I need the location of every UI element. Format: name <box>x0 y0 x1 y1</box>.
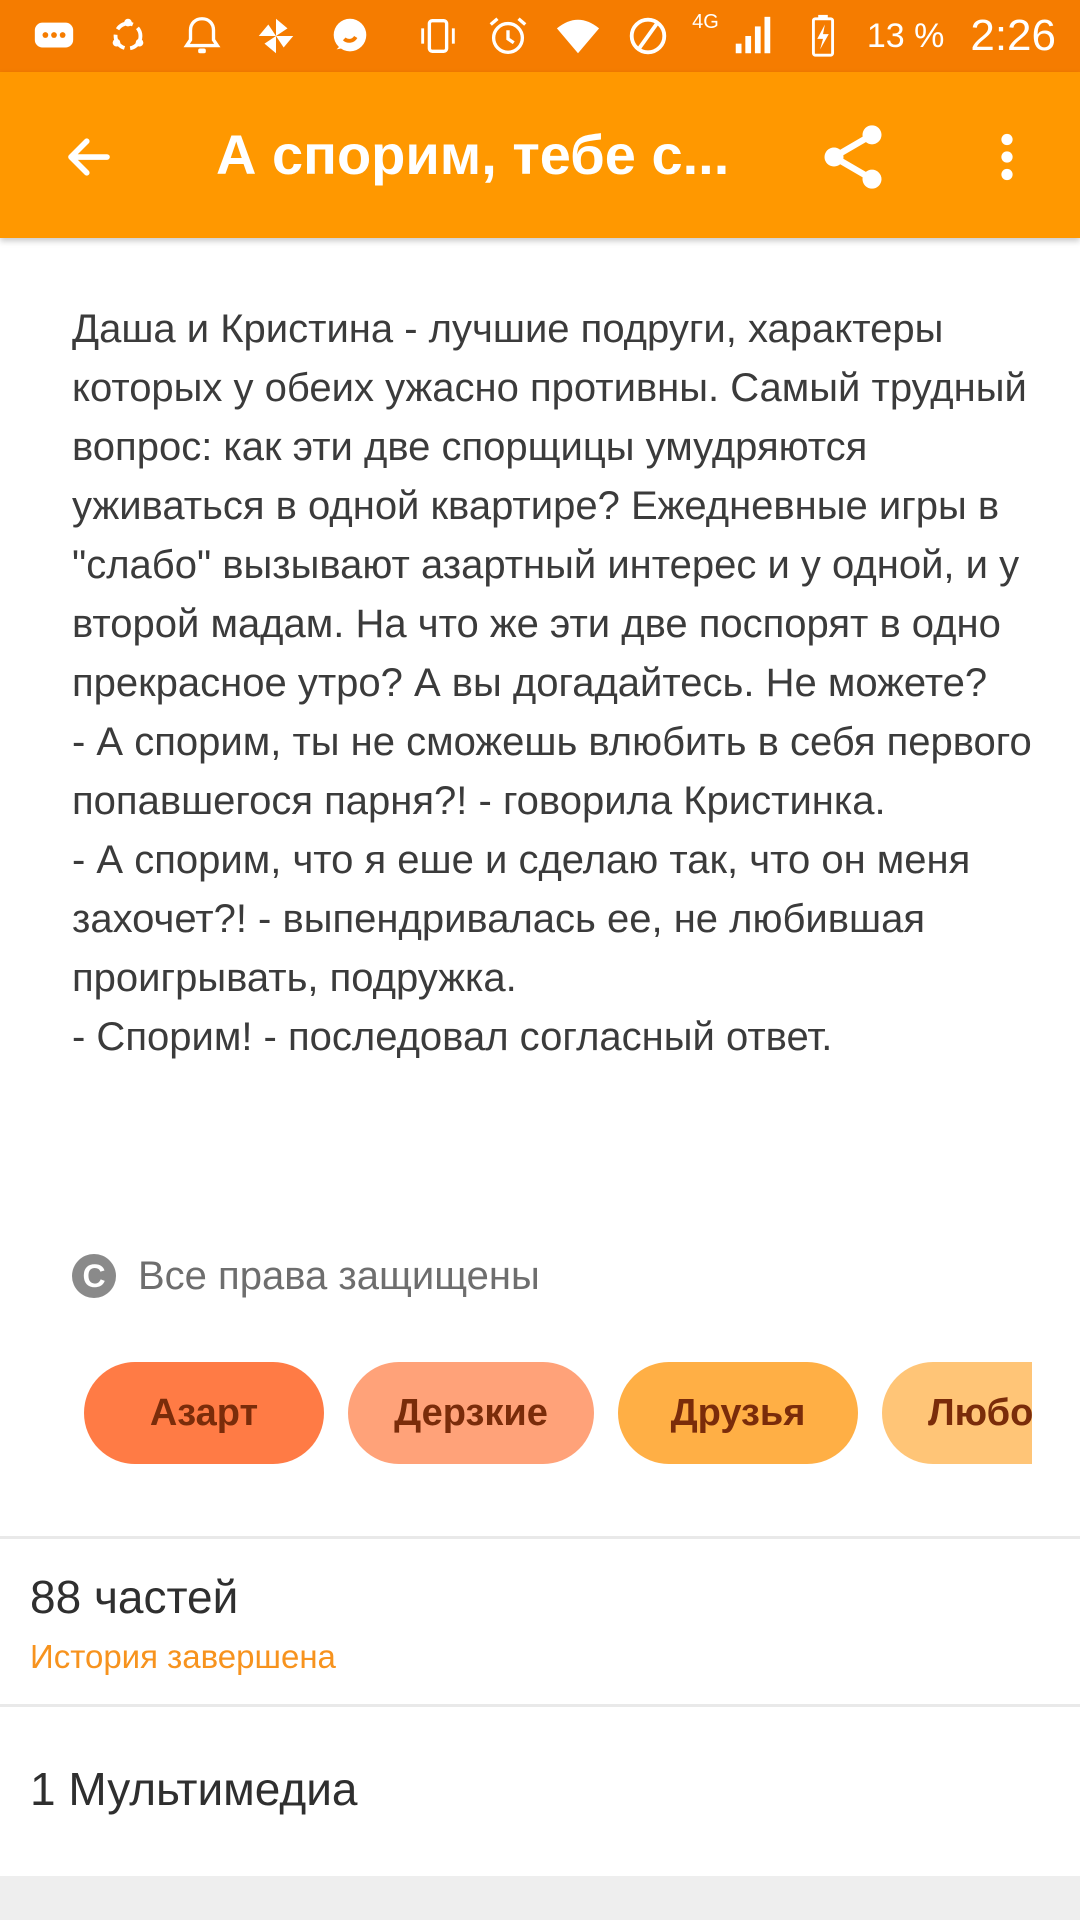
story-description: Даша и Кристина - лучшие подруги, характ… <box>72 300 1032 1067</box>
parts-count[interactable]: 88 частей <box>30 1570 238 1624</box>
pinwheel-icon <box>250 14 302 58</box>
copyright-label: Все права защищены <box>138 1253 540 1298</box>
tag-chip[interactable]: Любо <box>882 1362 1032 1464</box>
battery-level: 13 % <box>866 16 945 55</box>
tag-chip[interactable]: Друзья <box>618 1362 858 1464</box>
no-data-icon <box>622 14 674 58</box>
bottom-section-edge <box>0 1876 1080 1920</box>
status-bar: 4G 13 % 2:26 <box>0 0 1080 72</box>
alarm-icon <box>482 14 534 58</box>
tag-list: Азарт Дерзкие Друзья Любо <box>84 1362 1032 1464</box>
share-button[interactable] <box>808 112 898 202</box>
chat-bubble-icon <box>324 14 376 58</box>
divider <box>0 1704 1080 1707</box>
divider <box>0 1536 1080 1539</box>
arrow-left-icon <box>68 138 110 176</box>
multimedia-link[interactable]: 1 Мультимедиа <box>30 1762 357 1816</box>
description-paragraph: - Спорим! - последовал согласный ответ. <box>72 1015 833 1059</box>
clock: 2:26 <box>970 11 1056 60</box>
battery-charging-icon <box>797 14 849 58</box>
more-options-button[interactable] <box>962 112 1052 202</box>
share-icon <box>824 125 882 189</box>
description-paragraph: Даша и Кристина - лучшие подруги, характ… <box>72 307 1027 705</box>
completion-status: История завершена <box>30 1638 336 1675</box>
page-title: А спорим, тебе с... <box>216 123 730 186</box>
description-paragraph: - А спорим, что я еше и сделаю так, что … <box>72 838 971 1000</box>
copyright-icon: C <box>72 1254 116 1298</box>
description-paragraph: - А спорим, ты не сможешь влюбить в себя… <box>72 720 1032 823</box>
tag-chip[interactable]: Азарт <box>84 1362 324 1464</box>
wifi-icon <box>552 14 604 58</box>
signal-icon <box>727 14 779 58</box>
vibrate-icon <box>412 14 464 58</box>
bell-icon <box>176 14 228 58</box>
back-button[interactable] <box>44 112 134 202</box>
network-type: 4G <box>692 10 719 33</box>
tag-chip[interactable]: Дерзкие <box>348 1362 594 1464</box>
more-vert-icon <box>1001 133 1013 181</box>
app-bar: А спорим, тебе с... <box>0 72 1080 238</box>
messages-icon <box>28 14 80 58</box>
sync-icon <box>102 14 154 58</box>
copyright-notice: C Все права защищены <box>72 1248 540 1304</box>
